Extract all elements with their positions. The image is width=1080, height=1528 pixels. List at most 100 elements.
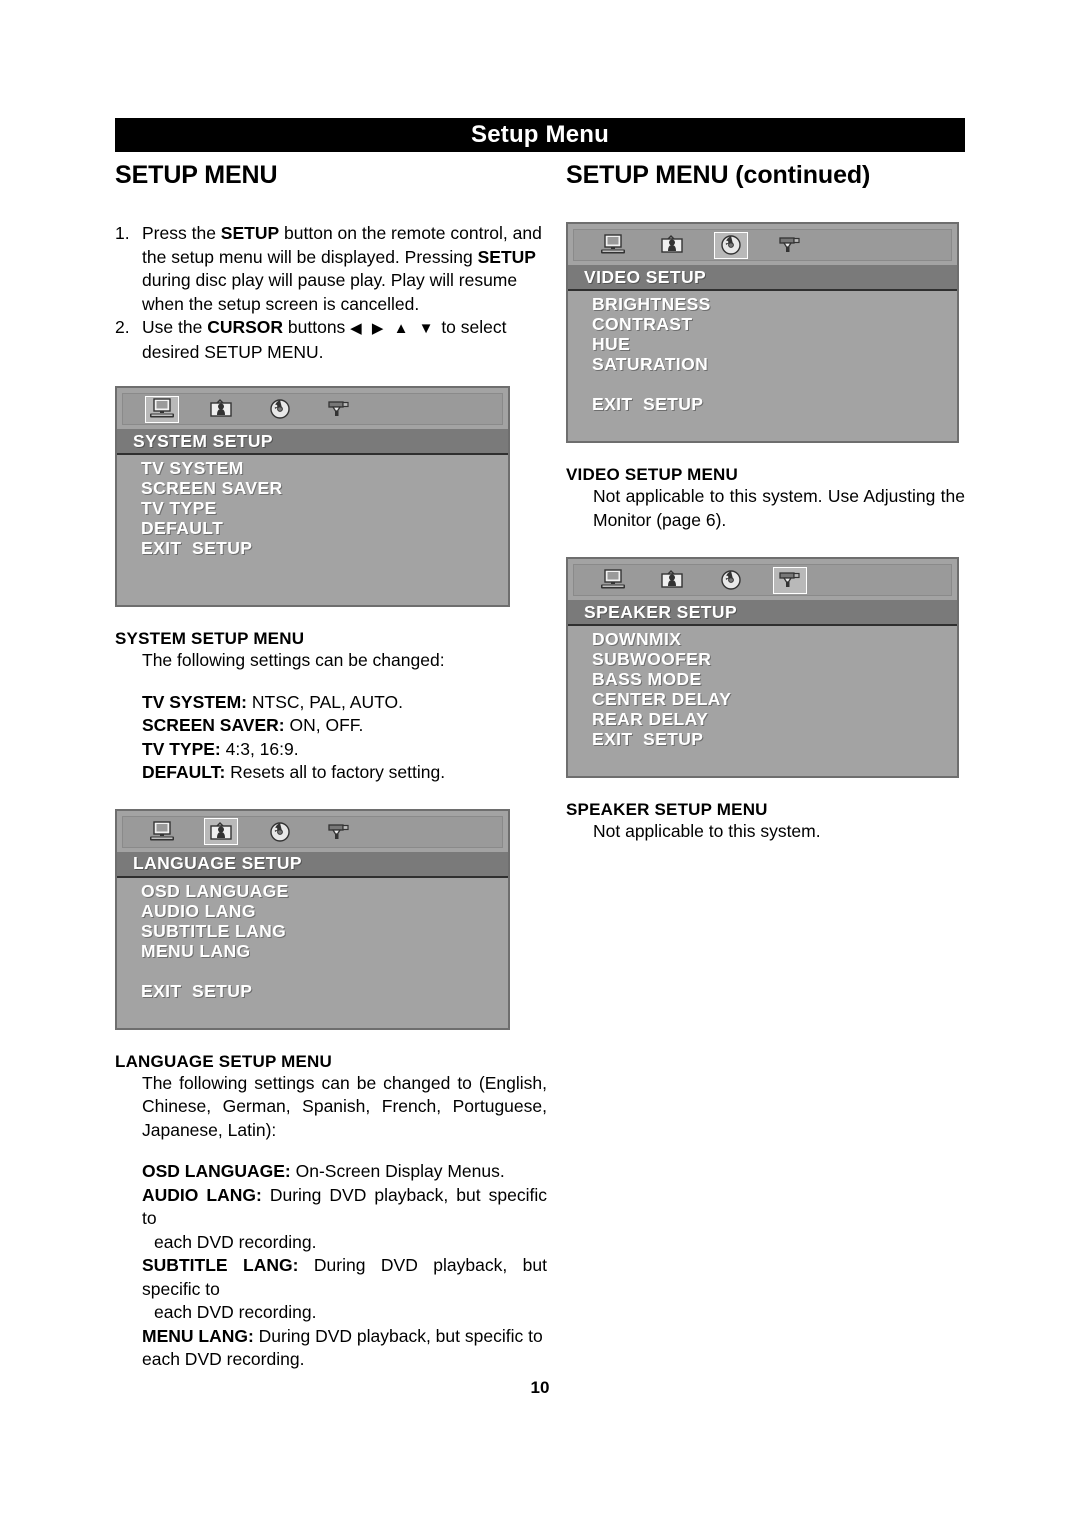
list-item: 1. Press the SETUP button on the remote … bbox=[115, 222, 547, 316]
definition-term: AUDIO LANG: bbox=[142, 1184, 262, 1205]
language-definition-list: OSD LANGUAGE: On-Screen Display Menus. A… bbox=[115, 1160, 547, 1372]
list-item-text: Use the CURSOR buttons ◀ ▶ ▲ ▼ to select… bbox=[142, 316, 547, 364]
osd-menu-item-exit[interactable]: EXIT SETUP bbox=[592, 394, 957, 414]
definition-term: SUBTITLE LANG: bbox=[142, 1255, 299, 1275]
osd-menu-item[interactable]: OSD LANGUAGE bbox=[141, 881, 508, 901]
osd-icon-bar bbox=[122, 815, 503, 848]
step2-fragment: buttons bbox=[283, 317, 351, 337]
disc-icon bbox=[263, 818, 297, 845]
cursor-arrows-icon: ◀ ▶ ▲ ▼ bbox=[350, 320, 437, 337]
step2-bold-cursor: CURSOR bbox=[207, 317, 284, 337]
section-heading: VIDEO SETUP MENU bbox=[566, 465, 738, 484]
section-body: Not applicable to this system. bbox=[593, 821, 821, 841]
step1-bold-setup: SETUP bbox=[220, 223, 280, 243]
definition-row: TV SYSTEM: NTSC, PAL, AUTO. bbox=[142, 691, 547, 715]
step1-bold-setup: SETUP bbox=[477, 246, 536, 267]
osd-menu-item[interactable]: SCREEN SAVER bbox=[141, 478, 508, 498]
osd-menu-item-exit[interactable]: EXIT SETUP bbox=[592, 729, 957, 749]
page-header-bar: Setup Menu bbox=[115, 118, 965, 152]
definition-desc-cont: each DVD recording. bbox=[154, 1302, 317, 1322]
disc-icon bbox=[263, 396, 297, 423]
osd-title: SPEAKER SETUP bbox=[568, 600, 957, 626]
speaker-icon bbox=[773, 566, 807, 594]
language-card-icon bbox=[655, 232, 689, 259]
video-setup-osd-screenshot: VIDEO SETUP BRIGHTNESS CONTRAST HUE SATU… bbox=[566, 222, 959, 443]
speaker-icon bbox=[322, 396, 356, 423]
osd-title: VIDEO SETUP bbox=[568, 265, 957, 291]
definition-desc: ON, OFF. bbox=[284, 715, 364, 735]
osd-menu-item[interactable]: AUDIO LANG bbox=[141, 901, 508, 921]
section-intro: The following settings can be changed: bbox=[142, 650, 445, 670]
section-body: Not applicable to this system. Use Adjus… bbox=[593, 486, 965, 530]
osd-menu-item[interactable]: TV TYPE bbox=[141, 498, 508, 518]
list-item-text: Press the SETUP button on the remote con… bbox=[142, 222, 547, 316]
monitor-icon bbox=[145, 818, 179, 845]
osd-menu-item-exit[interactable]: EXIT SETUP bbox=[141, 538, 508, 558]
language-setup-menu-section: LANGUAGE SETUP MENU The following settin… bbox=[115, 1052, 547, 1372]
osd-menu-item[interactable]: BASS MODE bbox=[592, 669, 957, 689]
speaker-setup-osd-screenshot: SPEAKER SETUP DOWNMIX SUBWOOFER BASS MOD… bbox=[566, 557, 959, 778]
page-header-title: Setup Menu bbox=[471, 121, 609, 148]
definition-term: OSD LANGUAGE: bbox=[142, 1161, 291, 1181]
monitor-icon bbox=[596, 567, 630, 594]
setup-instructions-list: 1. Press the SETUP button on the remote … bbox=[115, 222, 547, 364]
definition-term: MENU LANG: bbox=[142, 1325, 254, 1346]
step1-fragment: during disc play will pause play. Play w… bbox=[142, 270, 518, 314]
speaker-setup-menu-section: SPEAKER SETUP MENU Not applicable to thi… bbox=[566, 800, 965, 844]
osd-title: SYSTEM SETUP bbox=[117, 429, 508, 455]
osd-menu-item[interactable]: SATURATION bbox=[592, 354, 957, 374]
osd-menu-item[interactable]: TV SYSTEM bbox=[141, 458, 508, 478]
list-item-number: 2. bbox=[115, 317, 130, 337]
page-content: Setup Menu SETUP MENU 1. Press the SETUP… bbox=[115, 118, 965, 1372]
osd-menu-item[interactable]: HUE bbox=[592, 334, 957, 354]
definition-term: TV SYSTEM: bbox=[142, 691, 248, 712]
osd-menu-items: TV SYSTEM SCREEN SAVER TV TYPE DEFAULT E… bbox=[117, 455, 508, 605]
right-column: SETUP MENU (continued) VIDEO SETUP BRIGH… bbox=[547, 161, 965, 1372]
left-column-heading: SETUP MENU bbox=[115, 161, 278, 189]
system-setup-osd-screenshot: SYSTEM SETUP TV SYSTEM SCREEN SAVER TV T… bbox=[115, 386, 510, 607]
language-card-icon bbox=[204, 396, 238, 423]
list-item-number: 1. bbox=[115, 223, 130, 243]
osd-icon-bar bbox=[573, 229, 952, 261]
disc-icon bbox=[714, 567, 748, 594]
step1-fragment: Press the bbox=[142, 223, 221, 243]
osd-menu-item[interactable]: SUBTITLE LANG bbox=[141, 921, 508, 941]
definition-desc-cont: each DVD recording. bbox=[154, 1231, 317, 1252]
language-setup-osd-screenshot: LANGUAGE SETUP OSD LANGUAGE AUDIO LANG S… bbox=[115, 808, 510, 1030]
osd-menu-item[interactable]: BRIGHTNESS bbox=[592, 294, 957, 314]
osd-menu-item[interactable]: DEFAULT bbox=[141, 518, 508, 538]
osd-menu-item-exit[interactable]: EXIT SETUP bbox=[141, 981, 508, 1001]
left-column: SETUP MENU 1. Press the SETUP button on … bbox=[115, 161, 547, 1372]
section-heading: SYSTEM SETUP MENU bbox=[115, 629, 305, 648]
osd-menu-item[interactable]: DOWNMIX bbox=[592, 629, 957, 649]
manual-page: Setup Menu SETUP MENU 1. Press the SETUP… bbox=[0, 0, 1080, 1528]
speaker-icon bbox=[322, 818, 356, 845]
monitor-icon bbox=[596, 232, 630, 259]
disc-icon bbox=[714, 231, 748, 259]
osd-menu-item[interactable]: CENTER DELAY bbox=[592, 689, 957, 709]
definition-row: AUDIO LANG: During DVD playback, but spe… bbox=[142, 1184, 547, 1255]
osd-title: LANGUAGE SETUP bbox=[117, 851, 508, 878]
right-heading-continued: (continued) bbox=[728, 161, 871, 189]
osd-menu-items: BRIGHTNESS CONTRAST HUE SATURATION EXIT … bbox=[568, 291, 957, 441]
right-heading-main: SETUP MENU bbox=[566, 161, 729, 189]
osd-icon-bar bbox=[573, 564, 952, 596]
system-definition-list: TV SYSTEM: NTSC, PAL, AUTO. SCREEN SAVER… bbox=[115, 691, 547, 785]
osd-menu-items: OSD LANGUAGE AUDIO LANG SUBTITLE LANG ME… bbox=[117, 878, 508, 1028]
definition-row: DEFAULT: Resets all to factory setting. bbox=[142, 761, 547, 785]
definition-row: SCREEN SAVER: ON, OFF. bbox=[142, 714, 547, 738]
system-setup-menu-section: SYSTEM SETUP MENU The following settings… bbox=[115, 629, 547, 785]
speaker-icon bbox=[773, 232, 807, 259]
osd-menu-item[interactable]: CONTRAST bbox=[592, 314, 957, 334]
osd-menu-item[interactable]: REAR DELAY bbox=[592, 709, 957, 729]
definition-desc: During DVD playback, but specific to bbox=[253, 1325, 543, 1346]
definition-desc: Resets all to factory setting. bbox=[225, 762, 446, 782]
section-heading: SPEAKER SETUP MENU bbox=[566, 800, 768, 819]
language-card-icon bbox=[204, 818, 238, 845]
right-column-heading: SETUP MENU (continued) bbox=[566, 161, 965, 190]
osd-menu-item[interactable]: MENU LANG bbox=[141, 941, 508, 961]
definition-row: SUBTITLE LANG: During DVD playback, but … bbox=[142, 1254, 547, 1325]
section-heading: LANGUAGE SETUP MENU bbox=[115, 1051, 332, 1071]
section-intro: The following settings can be changed to… bbox=[142, 1072, 547, 1140]
osd-menu-item[interactable]: SUBWOOFER bbox=[592, 649, 957, 669]
